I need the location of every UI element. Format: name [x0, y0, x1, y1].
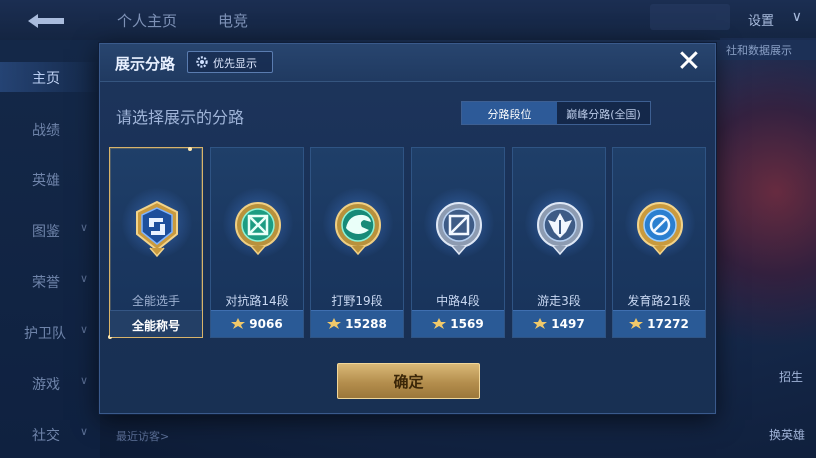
lane-card-score: 1569 — [450, 317, 484, 331]
tab-peak-lane[interactable]: 巅峰分路(全国) — [557, 102, 650, 124]
lane-card-score: 17272 — [647, 317, 689, 331]
all-round-emblem-icon — [136, 200, 178, 258]
sidebar-item-label: 图鉴 — [32, 224, 60, 240]
sidebar-item-social[interactable]: 社交 ∨ — [0, 425, 100, 445]
clash-lane-emblem-icon — [235, 202, 281, 256]
chevron-down-icon: ∨ — [80, 374, 89, 387]
confirm-button[interactable]: 确定 — [337, 363, 480, 399]
sidebar-item-label: 荣誉 — [32, 275, 60, 291]
sidebar-item-home[interactable]: 主页 — [0, 62, 100, 92]
lane-card-title: 全能称号 — [131, 319, 180, 333]
lane-card-jungle[interactable]: 打野19段 15288 — [310, 147, 404, 338]
lane-card-score: 15288 — [345, 317, 387, 331]
rank-star-icon — [327, 318, 342, 329]
chevron-down-icon: ∨ — [80, 425, 89, 438]
tab-lane-rank[interactable]: 分路段位 — [462, 102, 557, 124]
jungle-emblem-icon — [335, 202, 381, 256]
sidebar-item-label: 英雄 — [32, 173, 60, 189]
settings-button[interactable]: 设置 — [748, 10, 774, 29]
recruit-label[interactable]: 招生 — [766, 368, 816, 385]
dialog-title: 展示分路 — [115, 55, 176, 73]
background-sidebar: 主页 战绩 英雄 图鉴 ∨ 荣誉 ∨ 护卫队 ∨ 游戏 ∨ 社交 ∨ — [0, 40, 100, 458]
roam-emblem-icon — [537, 202, 583, 256]
user-info-chip — [650, 4, 730, 30]
data-display-button[interactable]: 社和数据展示 — [720, 38, 816, 60]
farm-lane-emblem-icon — [637, 202, 683, 256]
sidebar-item-label: 社交 — [32, 428, 60, 444]
rank-star-icon — [231, 318, 246, 329]
mid-lane-emblem-icon — [436, 202, 482, 256]
chevron-down-icon: ∨ — [80, 272, 89, 285]
tab-esports[interactable]: 电竞 — [218, 10, 248, 31]
selection-prompt: 请选择展示的分路 — [116, 108, 245, 127]
sidebar-item-label: 护卫队 — [24, 326, 66, 342]
close-button[interactable]: ✕ — [675, 47, 703, 77]
lane-card-score: 9066 — [249, 317, 283, 331]
tab-profile[interactable]: 个人主页 — [117, 10, 177, 31]
lane-card-score: 1497 — [551, 317, 585, 331]
lane-card-footer: 15288 — [311, 310, 403, 337]
sidebar-item-games[interactable]: 游戏 ∨ — [0, 374, 100, 394]
chevron-down-icon: ∨ — [80, 221, 89, 234]
priority-display-button[interactable]: 优先显示 — [187, 51, 273, 73]
lane-card-footer: 9066 — [211, 310, 303, 337]
dialog-header: 展示分路 优先显示 ✕ — [100, 44, 715, 82]
lane-card-all-round[interactable]: 全能选手 全能称号 — [108, 147, 203, 339]
background-top-bar: 个人主页 电竞 设置 ∨ — [0, 0, 816, 40]
lane-card-mid[interactable]: 中路4段 1569 — [411, 147, 505, 338]
corner-sparkle — [188, 147, 192, 151]
recent-visitors-link[interactable]: 最近访客> — [116, 428, 169, 444]
back-arrow-icon[interactable] — [24, 12, 68, 30]
sidebar-item-honor[interactable]: 荣誉 ∨ — [0, 272, 100, 292]
lane-card-name: 打野19段 — [331, 294, 383, 308]
sidebar-item-label: 游戏 — [32, 377, 60, 393]
sidebar-item-label: 主页 — [32, 71, 60, 87]
switch-hero-button[interactable]: 换英雄 — [762, 426, 812, 443]
hero-artwork — [716, 60, 816, 390]
lane-card-name: 游走3段 — [537, 294, 581, 308]
lane-card-name: 对抗路14段 — [225, 294, 289, 308]
chevron-down-icon: ∨ — [80, 323, 89, 336]
lane-card-name: 中路4段 — [436, 294, 480, 308]
gear-icon — [196, 56, 208, 68]
lane-card-name: 发育路21段 — [627, 294, 691, 308]
lane-card-name: 全能选手 — [131, 294, 180, 308]
lane-card-footer: 1497 — [513, 310, 605, 337]
lane-card-footer: 1569 — [412, 310, 504, 337]
lane-card-farm[interactable]: 发育路21段 17272 — [612, 147, 706, 338]
rank-star-icon — [432, 318, 447, 329]
sidebar-item-label: 战绩 — [32, 123, 60, 139]
lane-card-roam[interactable]: 游走3段 1497 — [512, 147, 606, 338]
priority-display-label: 优先显示 — [213, 57, 257, 70]
mode-segmented-control: 分路段位 巅峰分路(全国) — [461, 101, 651, 125]
sidebar-item-guard-team[interactable]: 护卫队 ∨ — [0, 323, 100, 343]
sidebar-item-codex[interactable]: 图鉴 ∨ — [0, 221, 100, 241]
lane-card-footer: 全能称号 — [110, 310, 202, 337]
sidebar-item-heroes[interactable]: 英雄 — [0, 170, 100, 190]
lane-display-dialog: 展示分路 优先显示 ✕ 请选择展示的分路 分路段位 巅峰分路(全国) 全能选手 … — [99, 43, 716, 414]
rank-star-icon — [533, 318, 548, 329]
rank-star-icon — [629, 318, 644, 329]
lane-card-footer: 17272 — [613, 310, 705, 337]
chevron-down-icon[interactable]: ∨ — [792, 9, 802, 25]
sidebar-item-records[interactable]: 战绩 — [0, 120, 100, 140]
lane-card-clash[interactable]: 对抗路14段 9066 — [210, 147, 304, 338]
